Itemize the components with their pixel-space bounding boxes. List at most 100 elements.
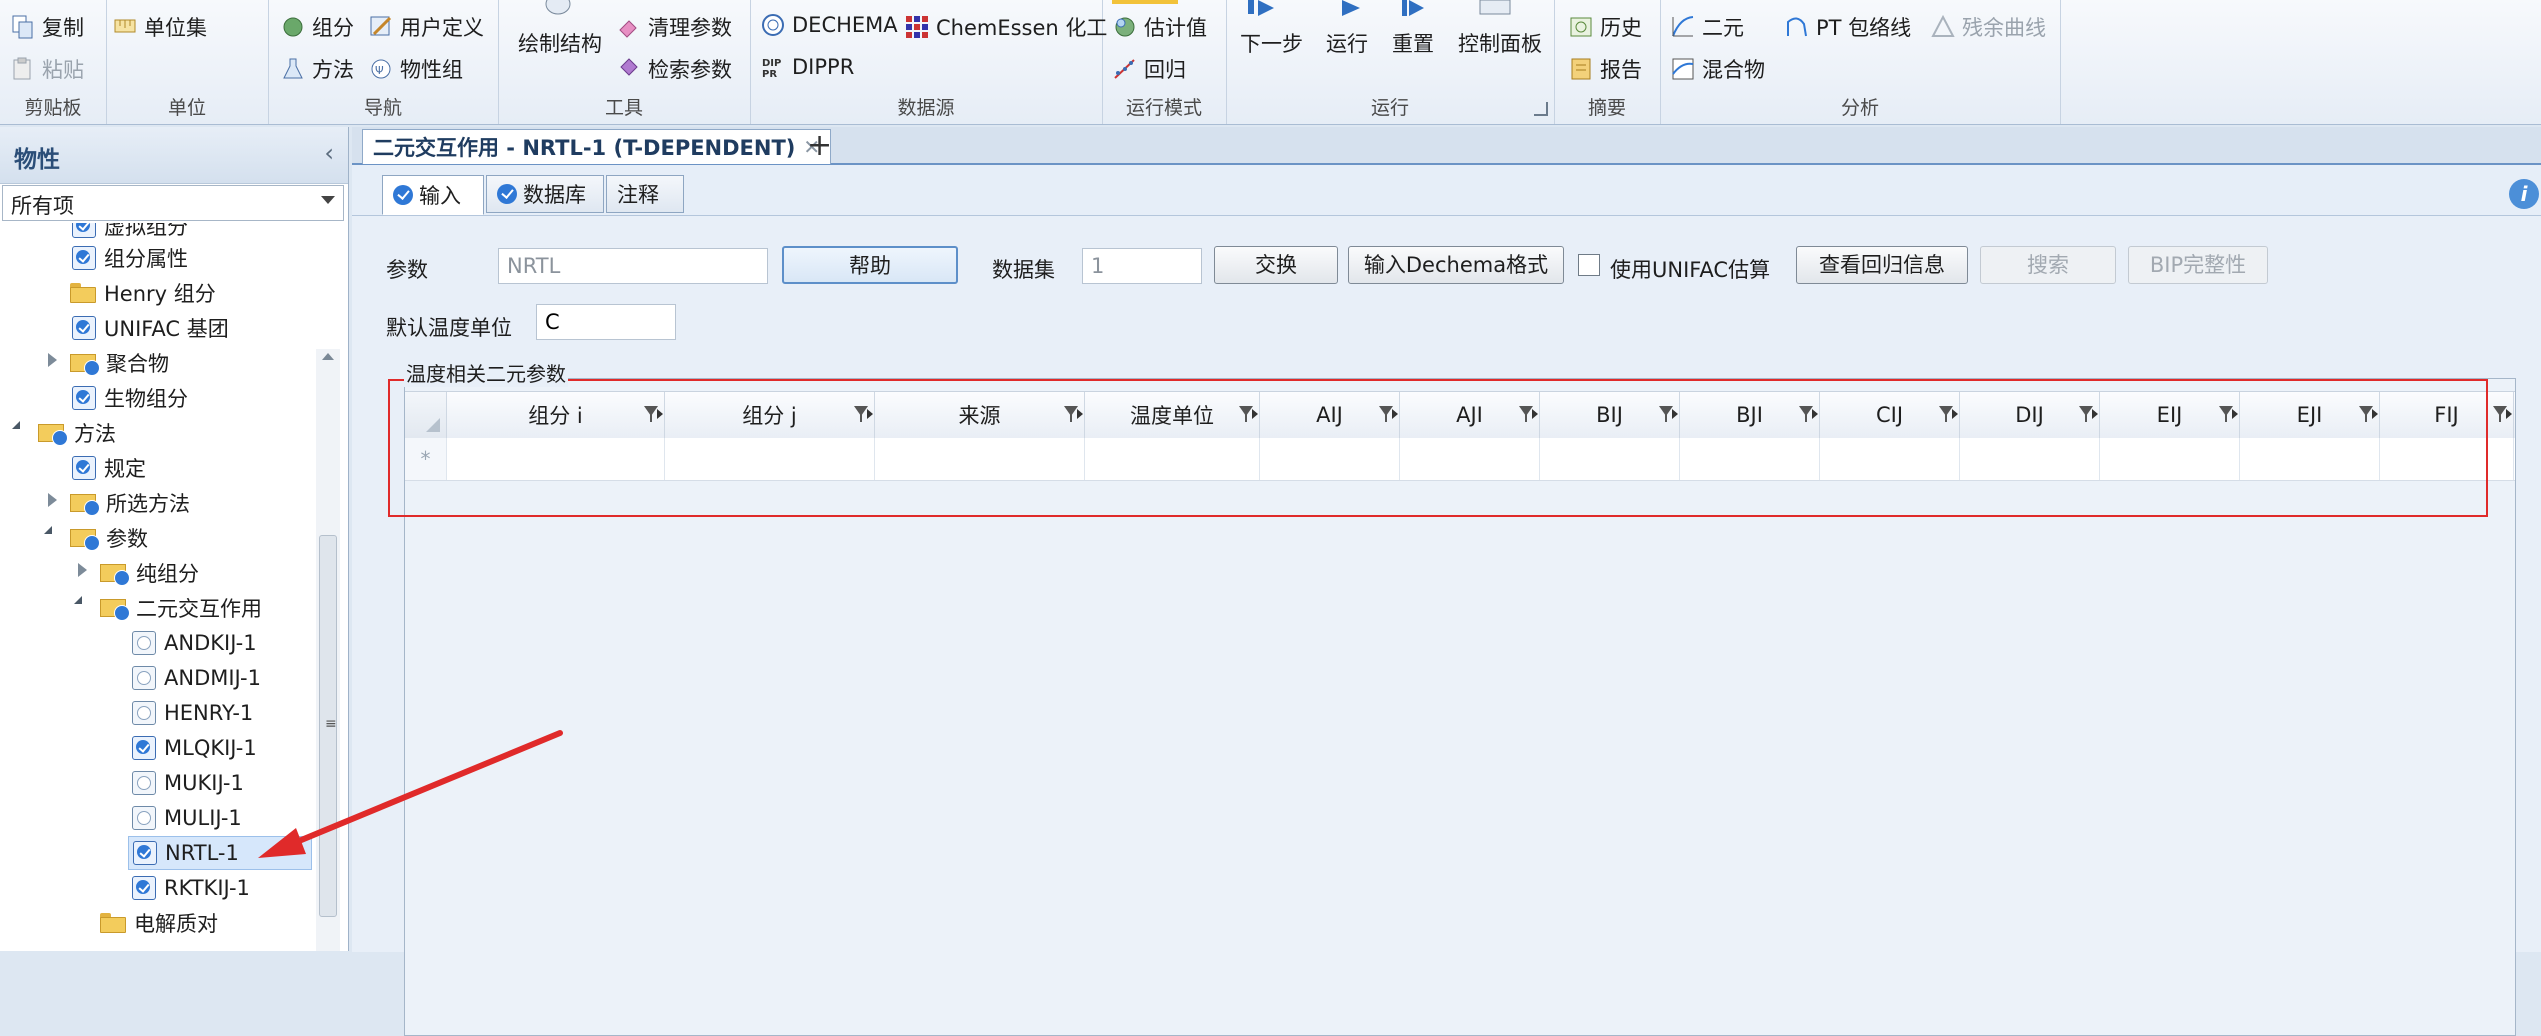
- tree-node-pure-components[interactable]: 纯组分: [100, 556, 199, 590]
- tree-node-polymers[interactable]: 聚合物: [70, 346, 169, 380]
- next-button[interactable]: 下一步: [1240, 28, 1303, 58]
- use-unifac-checkbox[interactable]: [1578, 254, 1600, 276]
- estimate-icon: [1112, 14, 1138, 40]
- user-defined-button[interactable]: 用户定义: [368, 12, 484, 42]
- navigation-filter-value: 所有项: [11, 194, 74, 218]
- regression-button[interactable]: 回归: [1112, 54, 1186, 84]
- ribbon-group-analysis: 二元 混合物 PT 包络线 残余曲线 分析: [1660, 0, 2061, 124]
- info-icon[interactable]: i: [2509, 179, 2539, 209]
- document-content: 输入 数据库 注释 i 参数 帮助 数据集 交换 输入Dechema格式 使用U…: [352, 165, 2541, 1036]
- group-label-summary: 摘要: [1587, 97, 1626, 119]
- parameter-field[interactable]: [498, 248, 768, 284]
- flask-icon: [280, 56, 306, 82]
- expand-selected-methods-icon[interactable]: [48, 493, 57, 507]
- tree-node-selected-methods[interactable]: 所选方法: [70, 486, 190, 520]
- run-button[interactable]: 运行: [1326, 28, 1368, 58]
- tree-node-parameters[interactable]: 参数: [70, 521, 148, 555]
- highlight-box: [388, 379, 2488, 517]
- ribbon-group-run: 下一步 运行 重置 控制面板 运行: [1226, 0, 1555, 124]
- tree-node-electrolyte-pairs[interactable]: 电解质对: [100, 906, 218, 940]
- paste-button[interactable]: 粘贴: [10, 54, 84, 84]
- dataset-field[interactable]: [1082, 248, 1202, 284]
- mixture-icon: [1670, 56, 1696, 82]
- ribbon-group-summary: 历史 报告 摘要: [1554, 0, 1661, 124]
- complete-status-icon: [132, 736, 156, 760]
- tree-node-methods[interactable]: 方法: [38, 416, 116, 450]
- chemessen-button[interactable]: ChemEssen 化工: [904, 12, 1107, 42]
- control-panel-button[interactable]: 控制面板: [1458, 28, 1542, 58]
- tree-node-andkij-1[interactable]: ANDKIJ-1: [132, 626, 257, 660]
- tree-node-nrtl-1[interactable]: NRTL-1: [128, 836, 312, 870]
- view-regression-info-button[interactable]: 查看回归信息: [1796, 246, 1968, 284]
- collapse-binary-interaction-icon[interactable]: [74, 596, 82, 604]
- navigation-pane: 物性 ‹ 所有项 虚拟组分 组分属性 Henry 组分 UNIFAC 基团 聚合…: [0, 127, 349, 951]
- scroll-up-icon[interactable]: [322, 353, 334, 360]
- expand-pure-components-icon[interactable]: [78, 563, 87, 577]
- incomplete-status-icon: [132, 806, 156, 830]
- tree-node-unifac-groups[interactable]: UNIFAC 基团: [72, 311, 229, 345]
- tree-node-mlqkij-1[interactable]: MLQKIJ-1: [132, 731, 257, 765]
- tab-input[interactable]: 输入: [382, 175, 484, 215]
- methods-button[interactable]: 方法: [280, 54, 354, 84]
- tree-node-henry-1[interactable]: HENRY-1: [132, 696, 253, 730]
- property-sets-button[interactable]: Ψ 物性组: [368, 54, 463, 84]
- search-button[interactable]: 搜索: [1980, 246, 2116, 284]
- run-group-launcher-icon[interactable]: [1534, 102, 1548, 116]
- incomplete-status-icon: [132, 701, 156, 725]
- dippr-button[interactable]: DIP PR DIPPR: [760, 54, 854, 80]
- tree-node-henry-components[interactable]: Henry 组分: [70, 276, 216, 310]
- navigation-filter-dropdown[interactable]: 所有项: [2, 185, 344, 221]
- collapse-parameters-icon[interactable]: [44, 526, 52, 534]
- ribbon-group-tools: 绘制结构 清理参数 检索参数 工具: [498, 0, 751, 124]
- history-button[interactable]: 历史: [1568, 12, 1642, 42]
- draw-structure-button[interactable]: 绘制结构: [518, 28, 602, 58]
- check-params-button[interactable]: 检索参数: [616, 54, 732, 84]
- tree-node-mulij-1[interactable]: MULIJ-1: [132, 801, 242, 835]
- collapse-methods-icon[interactable]: [12, 421, 20, 429]
- components-button[interactable]: 组分: [280, 12, 354, 42]
- add-tab-button[interactable]: +: [807, 128, 832, 163]
- swap-button[interactable]: 交换: [1214, 246, 1338, 284]
- tree-node-bio-components[interactable]: 生物组分: [72, 381, 188, 415]
- grid-group-title: 温度相关二元参数: [404, 358, 568, 387]
- residue-curve-button[interactable]: 残余曲线: [1930, 12, 2046, 42]
- mixture-button[interactable]: 混合物: [1670, 54, 1765, 84]
- complete-status-icon: [72, 316, 96, 340]
- filter-icon[interactable]: [2493, 406, 2507, 422]
- svg-text:DIP: DIP: [762, 58, 781, 69]
- input-dechema-format-button[interactable]: 输入Dechema格式: [1348, 246, 1564, 284]
- group-label-run: 运行: [1370, 97, 1409, 119]
- group-label-navigate: 导航: [363, 97, 402, 119]
- tab-comments[interactable]: 注释: [606, 175, 684, 213]
- folder-complete-icon: [70, 352, 100, 376]
- unit-sets-button[interactable]: 单位集: [112, 12, 207, 42]
- collapse-pane-icon[interactable]: ‹: [324, 139, 334, 167]
- report-button[interactable]: 报告: [1568, 54, 1642, 84]
- tab-databank[interactable]: 数据库: [486, 175, 604, 213]
- pt-envelope-button[interactable]: PT 包络线: [1784, 12, 1911, 42]
- tree-node-component-attributes[interactable]: 组分属性: [72, 241, 188, 275]
- tree-node-specifications[interactable]: 规定: [72, 451, 146, 485]
- svg-text:Ψ: Ψ: [375, 64, 384, 77]
- tree-node-mukij-1[interactable]: MUKIJ-1: [132, 766, 244, 800]
- tree-scrollbar[interactable]: ≡: [316, 349, 340, 951]
- default-temp-unit-field[interactable]: [536, 304, 676, 340]
- dechema-button[interactable]: DECHEMA: [760, 12, 898, 38]
- expand-polymers-icon[interactable]: [48, 353, 57, 367]
- group-label-tools: 工具: [604, 97, 643, 119]
- document-tab-nrtl-1[interactable]: 二元交互作用 - NRTL-1 (T-DEPENDENT) ✕: [362, 129, 832, 164]
- scroll-thumb[interactable]: ≡: [319, 535, 337, 917]
- reset-button[interactable]: 重置: [1392, 28, 1434, 58]
- clean-params-button[interactable]: 清理参数: [616, 12, 732, 42]
- bip-completeness-button[interactable]: BIP完整性: [2128, 246, 2268, 284]
- copy-button[interactable]: 复制: [10, 12, 84, 42]
- navigation-tree: 虚拟组分 组分属性 Henry 组分 UNIFAC 基团 聚合物 生物组分 方法: [0, 223, 316, 951]
- tree-node-andmij-1[interactable]: ANDMIJ-1: [132, 661, 261, 695]
- tree-node-virtual-components[interactable]: 虚拟组分: [72, 223, 188, 243]
- tree-node-rktkij-1[interactable]: RKTKIJ-1: [132, 871, 250, 905]
- binary-button[interactable]: 二元: [1670, 12, 1744, 42]
- tree-node-binary-interaction[interactable]: 二元交互作用: [100, 591, 262, 625]
- estimate-button[interactable]: 估计值: [1112, 12, 1207, 42]
- dataset-label: 数据集: [992, 258, 1055, 282]
- help-button[interactable]: 帮助: [782, 246, 958, 284]
